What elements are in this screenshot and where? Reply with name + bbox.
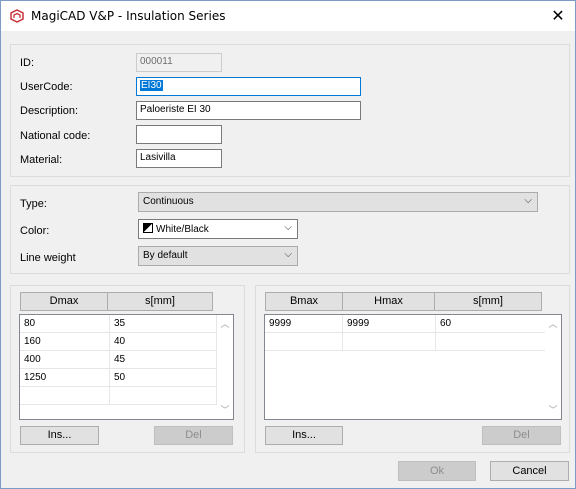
table-cell[interactable] [436,333,547,351]
type-label: Type: [20,198,47,210]
table-cell[interactable] [20,387,110,405]
line-weight-dropdown[interactable]: By default ⌵ [138,246,298,266]
chevron-down-icon: ⌵ [524,195,532,206]
insulation-series-dialog: MagiCAD V&P - Insulation Series ✕ ID: 00… [0,0,576,489]
color-swatch-icon [143,223,153,233]
insert-row-button-left[interactable]: Ins... [20,426,99,445]
window-title: MagiCAD V&P - Insulation Series [31,9,226,23]
color-label: Color: [20,225,50,237]
scroll-up-icon[interactable]: ︿ [545,316,561,332]
column-header-dmax[interactable]: Dmax [20,292,108,311]
table-cell[interactable]: 80 [20,315,110,333]
table-cell[interactable] [110,387,217,405]
usercode-label: UserCode: [20,81,73,93]
color-dropdown[interactable]: White/Black ⌵ [138,219,298,239]
close-icon: ✕ [551,8,565,25]
scroll-up-icon[interactable]: ︿ [217,316,233,332]
line-weight-label: Line weight [20,252,76,264]
usercode-value: EI30 [140,80,163,91]
description-field[interactable]: Paloeriste EI 30 [136,101,361,120]
type-dropdown[interactable]: Continuous ⌵ [138,192,538,212]
delete-row-button-left[interactable]: Del [154,426,233,445]
column-header-hmax[interactable]: Hmax [342,292,435,311]
table-cell[interactable]: 1250 [20,369,110,387]
national-code-label: National code: [20,130,91,142]
chevron-down-icon: ⌵ [284,249,292,260]
table-cell[interactable] [343,333,436,351]
type-value: Continuous [143,196,194,207]
table-cell[interactable]: 45 [110,351,217,369]
id-label: ID: [20,57,35,69]
line-weight-value: By default [143,250,188,261]
rectangular-table[interactable]: 9999 9999 60 ︿ ﹀ [264,314,562,420]
table-cell[interactable]: 9999 [343,315,436,333]
table-cell[interactable]: 9999 [265,315,343,333]
table-cell[interactable]: 160 [20,333,110,351]
vertical-scrollbar[interactable]: ︿ ﹀ [217,315,233,419]
cancel-button[interactable]: Cancel [490,461,569,481]
table-cell[interactable]: 50 [110,369,217,387]
delete-row-button-right[interactable]: Del [482,426,561,445]
national-code-field[interactable] [136,125,222,144]
color-value: White/Black [156,224,209,235]
close-button[interactable]: ✕ [547,6,569,26]
table-cell[interactable]: 400 [20,351,110,369]
title-bar[interactable]: MagiCAD V&P - Insulation Series ✕ [1,1,575,31]
table-cell[interactable]: 40 [110,333,217,351]
chevron-down-icon: ⌵ [284,222,292,233]
material-field[interactable]: Lasivilla [136,149,222,168]
table-cell[interactable]: 60 [436,315,547,333]
column-header-s-mm[interactable]: s[mm] [107,292,213,311]
scroll-down-icon[interactable]: ﹀ [217,402,233,418]
magicad-logo-icon [10,9,24,23]
column-header-s-mm[interactable]: s[mm] [434,292,542,311]
material-label: Material: [20,154,63,166]
table-cell[interactable] [265,333,343,351]
id-field: 000011 [136,53,222,72]
diameter-table[interactable]: 80 35 160 40 400 45 1250 50 ︿ ﹀ [19,314,234,420]
vertical-scrollbar[interactable]: ︿ ﹀ [545,315,561,419]
scroll-down-icon[interactable]: ﹀ [545,402,561,418]
insert-row-button-right[interactable]: Ins... [265,426,343,445]
usercode-field[interactable]: EI30 [136,77,361,96]
ok-button[interactable]: Ok [398,461,476,481]
table-cell[interactable]: 35 [110,315,217,333]
column-header-bmax[interactable]: Bmax [265,292,343,311]
description-label: Description: [20,105,79,117]
